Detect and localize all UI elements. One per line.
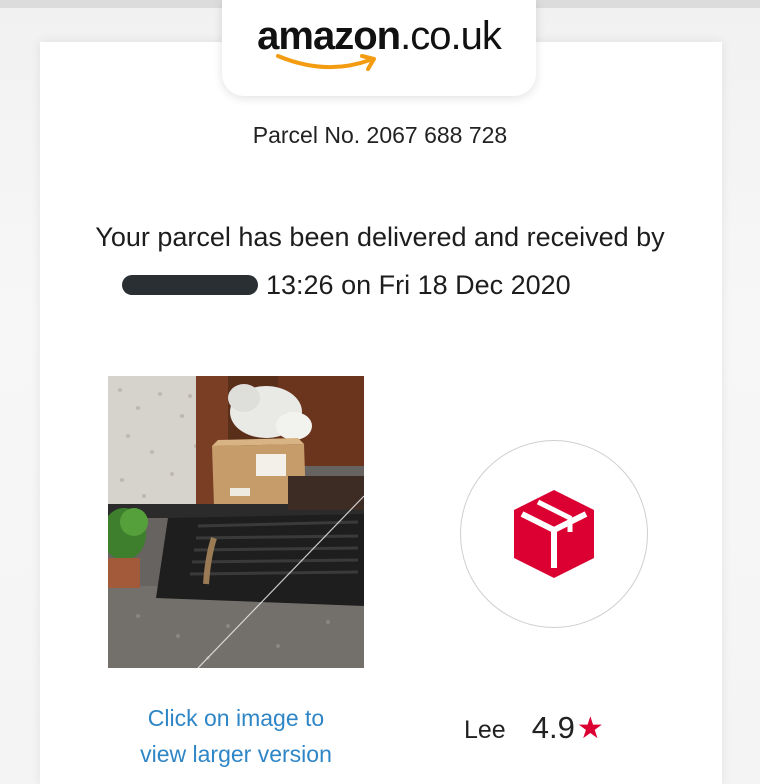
logo-tab: amazon.co.uk — [222, 0, 536, 96]
parcel-number: Parcel No. 2067 688 728 — [252, 122, 508, 148]
delivery-photo-image[interactable] — [108, 376, 364, 668]
redacted-recipient-name — [122, 275, 258, 295]
carrier-badge — [460, 440, 648, 628]
amazon-smile-icon — [276, 54, 376, 71]
driver-name: Lee — [464, 716, 506, 744]
delivery-message-line2: 13:26 on Fri 18 Dec 2020 — [122, 268, 571, 302]
delivery-photo[interactable] — [108, 376, 364, 668]
screen: amazon.co.uk Parcel No. 2067 688 728 You… — [0, 0, 760, 784]
driver-rating: 4.9★ — [532, 710, 604, 746]
rating-value: 4.9 — [531, 710, 575, 745]
star-icon: ★ — [576, 712, 604, 745]
driver-info: Lee 4.9★ — [464, 710, 604, 746]
delivery-time-text: 13:26 on Fri 18 Dec 2020 — [266, 269, 571, 300]
caption-line2[interactable]: view larger version — [116, 736, 356, 772]
logo-domain-text: .co.uk — [400, 14, 502, 58]
view-larger-link[interactable]: Click on image to view larger version — [116, 700, 356, 772]
caption-line1[interactable]: Click on image to — [116, 700, 356, 736]
delivery-message-line1: Your parcel has been delivered and recei… — [95, 222, 665, 252]
dpd-parcel-icon — [514, 490, 594, 578]
